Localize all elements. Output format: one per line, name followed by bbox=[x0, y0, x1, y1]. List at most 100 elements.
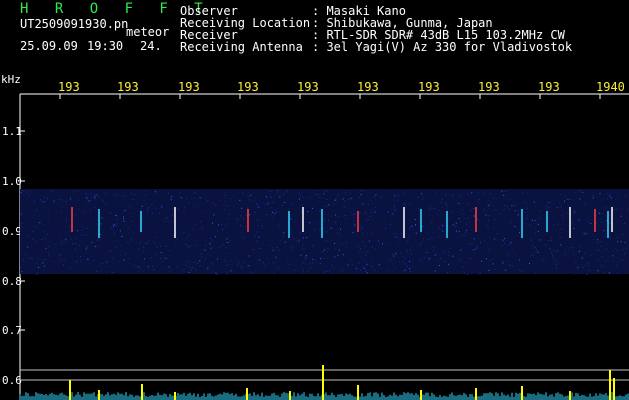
noise-pixel bbox=[60, 212, 62, 214]
noise-pixel bbox=[286, 259, 288, 260]
noise-pixel bbox=[171, 219, 173, 221]
noise-pixel bbox=[494, 219, 496, 221]
noise-pixel bbox=[404, 269, 406, 271]
noise-pixel bbox=[147, 266, 149, 268]
noise-pixel bbox=[535, 247, 536, 249]
noise-pixel bbox=[383, 209, 385, 211]
noise-pixel bbox=[48, 212, 49, 214]
noise-pixel bbox=[381, 197, 383, 199]
noise-pixel bbox=[190, 260, 192, 262]
noise-pixel bbox=[342, 254, 344, 256]
noise-pixel bbox=[76, 218, 78, 220]
noise-pixel bbox=[20, 267, 21, 269]
noise-pixel bbox=[489, 272, 491, 274]
noise-pixel bbox=[395, 209, 397, 211]
noise-pixel bbox=[57, 235, 59, 237]
noise-pixel bbox=[360, 248, 362, 250]
noise-pixel bbox=[258, 256, 260, 258]
noise-pixel bbox=[48, 237, 50, 239]
noise-pixel bbox=[389, 208, 391, 210]
noise-pixel bbox=[541, 194, 543, 196]
noise-pixel bbox=[435, 193, 437, 195]
noise-pixel bbox=[385, 228, 387, 229]
noise-pixel bbox=[85, 234, 87, 236]
noise-pixel bbox=[463, 215, 465, 217]
noise-pixel bbox=[404, 257, 406, 258]
noise-pixel bbox=[48, 253, 50, 255]
noise-pixel bbox=[105, 231, 107, 233]
noise-pixel bbox=[560, 206, 562, 208]
noise-pixel bbox=[345, 248, 347, 250]
noise-pixel bbox=[315, 205, 317, 207]
noise-pixel bbox=[434, 270, 436, 272]
noise-pixel bbox=[86, 228, 88, 230]
noise-pixel bbox=[185, 265, 187, 266]
noise-pixel bbox=[465, 262, 467, 264]
noise-pixel bbox=[390, 224, 392, 226]
noise-pixel bbox=[188, 245, 190, 247]
noise-pixel bbox=[364, 260, 366, 262]
noise-pixel bbox=[422, 228, 424, 230]
noise-pixel bbox=[526, 215, 528, 217]
noise-pixel bbox=[137, 266, 139, 268]
noise-pixel bbox=[62, 241, 63, 243]
noise-pixel bbox=[599, 213, 601, 214]
noise-pixel bbox=[487, 224, 489, 226]
noise-pixel bbox=[394, 233, 396, 235]
noise-pixel bbox=[299, 198, 300, 200]
noise-pixel bbox=[150, 257, 152, 259]
noise-pixel bbox=[358, 262, 360, 264]
noise-pixel bbox=[36, 240, 38, 242]
noise-pixel bbox=[189, 235, 191, 237]
noise-pixel bbox=[106, 261, 108, 263]
noise-pixel bbox=[439, 257, 441, 259]
noise-pixel bbox=[327, 205, 329, 207]
noise-pixel bbox=[155, 191, 156, 193]
noise-pixel bbox=[387, 191, 389, 193]
noise-pixel bbox=[277, 191, 279, 193]
noise-pixel bbox=[366, 263, 368, 265]
noise-pixel bbox=[257, 219, 259, 221]
noise-pixel bbox=[428, 260, 430, 261]
noise-pixel bbox=[155, 207, 157, 209]
noise-pixel bbox=[417, 196, 419, 198]
noise-pixel bbox=[262, 262, 264, 264]
noise-pixel bbox=[77, 230, 79, 232]
noise-pixel bbox=[535, 227, 537, 229]
noise-pixel bbox=[123, 221, 125, 222]
noise-pixel bbox=[375, 194, 377, 196]
noise-pixel bbox=[341, 269, 343, 271]
noise-pixel bbox=[126, 242, 128, 244]
noise-pixel bbox=[397, 195, 399, 197]
noise-pixel bbox=[560, 228, 562, 230]
noise-pixel bbox=[102, 199, 104, 201]
noise-pixel bbox=[301, 199, 303, 201]
noise-pixel bbox=[212, 246, 214, 248]
noise-pixel bbox=[229, 260, 231, 262]
noise-pixel bbox=[537, 193, 538, 195]
noise-pixel bbox=[429, 209, 431, 211]
noise-pixel bbox=[514, 235, 516, 237]
noise-pixel bbox=[620, 215, 622, 217]
noise-pixel bbox=[91, 241, 93, 243]
noise-pixel bbox=[602, 198, 604, 200]
noise-pixel bbox=[394, 205, 395, 207]
noise-pixel bbox=[412, 229, 414, 231]
noise-pixel bbox=[606, 193, 608, 195]
noise-pixel bbox=[230, 270, 232, 272]
noise-pixel bbox=[334, 242, 335, 244]
noise-pixel bbox=[375, 248, 377, 250]
noise-pixel bbox=[197, 263, 199, 265]
noise-pixel bbox=[451, 211, 453, 213]
noise-pixel bbox=[402, 256, 404, 258]
noise-pixel bbox=[403, 192, 405, 194]
noise-pixel bbox=[326, 231, 328, 233]
noise-pixel bbox=[151, 212, 153, 214]
noise-pixel bbox=[227, 242, 229, 243]
noise-pixel bbox=[517, 210, 519, 212]
noise-pixel bbox=[223, 243, 225, 245]
noise-pixel bbox=[28, 193, 30, 195]
noise-pixel bbox=[620, 241, 622, 243]
noise-pixel bbox=[165, 217, 167, 219]
noise-pixel bbox=[614, 247, 616, 249]
